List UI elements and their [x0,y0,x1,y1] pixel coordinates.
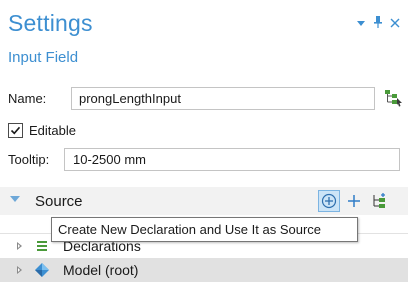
editable-checkbox[interactable] [8,122,23,138]
checkmark-icon [10,126,21,134]
name-row: Name: prongLengthInput [8,87,403,111]
editable-label: Editable [29,122,76,138]
expand-arrow-icon[interactable] [17,242,22,250]
title-controls [356,16,400,31]
select-node-icon[interactable] [383,88,403,108]
name-input[interactable]: prongLengthInput [71,87,375,110]
close-icon[interactable] [390,17,400,31]
panel-subtitle: Input Field [8,49,79,66]
collapse-arrow-icon[interactable] [10,196,20,202]
tooltip-row: Tooltip: 10-2500 mm [8,148,400,172]
chevron-down-icon[interactable] [356,17,366,31]
tree-item-label: Model (root) [63,262,139,278]
expand-arrow-icon[interactable] [17,266,22,274]
editable-row: Editable [8,121,76,139]
source-section-header[interactable]: Source [0,187,408,215]
name-label: Name: [8,91,47,106]
tree-item-model-root[interactable]: Model (root) [0,258,408,282]
panel-title: Settings [8,10,93,36]
model-icon [35,263,49,277]
source-toolbar [318,190,390,212]
tree-add-icon[interactable] [368,190,390,212]
pin-icon[interactable] [374,16,382,31]
hover-tooltip: Create New Declaration and Use It as Sou… [51,217,358,242]
create-declaration-icon[interactable] [318,190,340,212]
tooltip-input[interactable]: 10-2500 mm [64,148,400,171]
tooltip-label: Tooltip: [8,152,50,167]
add-icon[interactable] [343,190,365,212]
source-label: Source [35,193,83,210]
declarations-icon [37,241,47,251]
